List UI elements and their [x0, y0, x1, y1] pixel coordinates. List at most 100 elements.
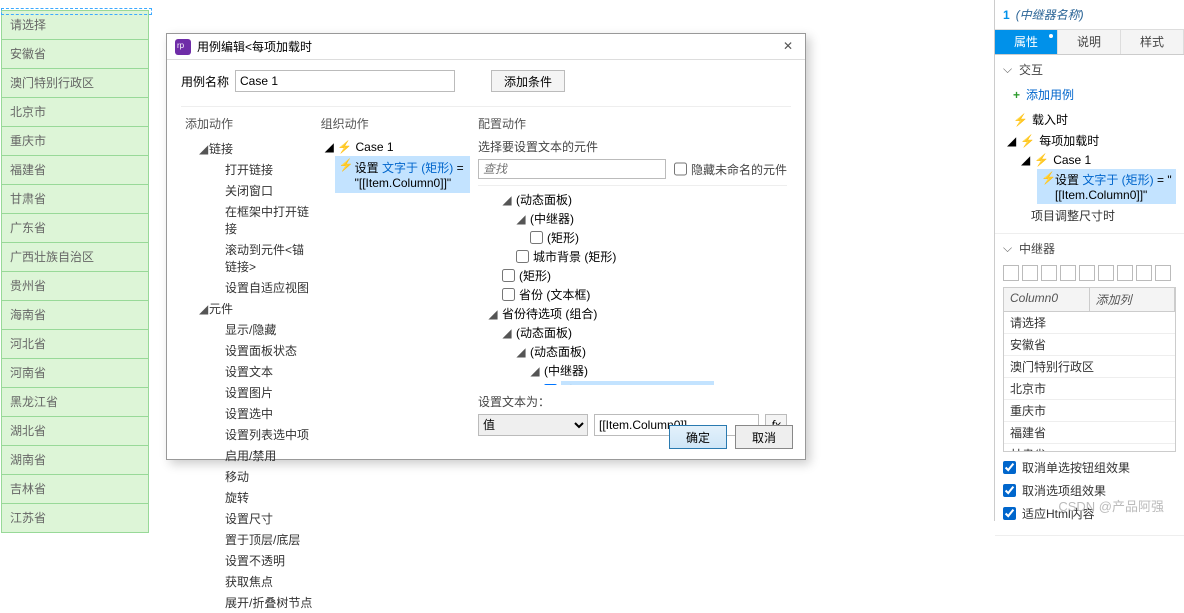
case-node[interactable]: ◢ ⚡ Case 1	[321, 138, 470, 156]
opt-isolate-select[interactable]: 取消选项组效果	[1003, 479, 1176, 502]
chevron-down-icon[interactable]: ⌵	[1003, 62, 1013, 77]
list-item[interactable]: 福建省	[2, 156, 149, 185]
toolbar-icon[interactable]	[1117, 265, 1133, 281]
tree-item[interactable]: 省份 (文本框)	[519, 286, 590, 303]
close-icon[interactable]: ✕	[779, 38, 797, 56]
widget-search-input[interactable]	[478, 159, 666, 179]
table-row[interactable]: 甘肃省	[1004, 444, 1175, 452]
tree-group-widgets[interactable]: ◢元件	[185, 298, 313, 319]
action-node[interactable]: ⚡ 设置 文字于 (矩形) = "[[Item.Column0]]"	[335, 156, 470, 193]
tree-item[interactable]: (矩形)	[547, 229, 579, 246]
list-item[interactable]: 请选择	[2, 11, 149, 40]
opt-isolate-radio[interactable]: 取消单选按钮组效果	[1003, 456, 1176, 479]
tree-item[interactable]: 设置尺寸	[199, 508, 313, 529]
table-row[interactable]: 安徽省	[1004, 334, 1175, 356]
tree-item[interactable]: 显示/隐藏	[199, 319, 313, 340]
tree-item[interactable]: 旋转	[199, 487, 313, 508]
tree-item[interactable]: (中继器)	[544, 362, 588, 379]
toolbar-icon[interactable]	[1098, 265, 1114, 281]
event-onload[interactable]: 载入时	[1032, 111, 1068, 128]
case-node[interactable]: Case 1	[1053, 153, 1091, 167]
list-item[interactable]: 河南省	[2, 359, 149, 388]
table-row[interactable]: 澳门特别行政区	[1004, 356, 1175, 378]
selected-target-row[interactable]: (矩形) to "[[Item.Column0]]"	[478, 380, 787, 385]
tree-item[interactable]: 关闭窗口	[199, 180, 313, 201]
add-condition-button[interactable]: 添加条件	[491, 70, 565, 92]
ok-button[interactable]: 确定	[669, 425, 727, 449]
tree-item[interactable]: (矩形)	[519, 267, 551, 284]
toolbar-icon[interactable]	[1155, 265, 1171, 281]
toolbar-icon[interactable]	[1079, 265, 1095, 281]
column-header[interactable]: Column0	[1004, 288, 1090, 311]
tree-item[interactable]: 在框架中打开链接	[199, 201, 313, 239]
table-row[interactable]: 重庆市	[1004, 400, 1175, 422]
dialog-titlebar[interactable]: 用例编辑<每项加载时 ✕	[167, 34, 805, 60]
action-node[interactable]: ⚡ 设置 文字于 (矩形) = "[[Item.Column0]]"	[1037, 169, 1176, 204]
cancel-button[interactable]: 取消	[735, 425, 793, 449]
table-row[interactable]: 北京市	[1004, 378, 1175, 400]
list-item[interactable]: 澳门特别行政区	[2, 69, 149, 98]
tree-item[interactable]: (动态面板)	[516, 191, 572, 208]
tree-checkbox[interactable]	[530, 231, 543, 244]
add-case-link[interactable]: +添加用例	[1003, 84, 1176, 109]
list-item[interactable]: 北京市	[2, 98, 149, 127]
tab-properties[interactable]: 属性	[995, 30, 1058, 54]
tree-checkbox[interactable]	[502, 269, 515, 282]
tree-item[interactable]: 设置自适应视图	[199, 277, 313, 298]
tree-item[interactable]: 滚动到元件<锚链接>	[199, 239, 313, 277]
tree-group-links[interactable]: ◢链接	[185, 138, 313, 159]
tree-checkbox[interactable]	[502, 288, 515, 301]
chevron-down-icon[interactable]: ◢	[1021, 153, 1030, 167]
tree-item[interactable]: 城市背景 (矩形)	[533, 248, 616, 265]
tree-item[interactable]: (中继器)	[530, 210, 574, 227]
tree-item[interactable]: 设置图片	[199, 382, 313, 403]
tree-item[interactable]: 设置文本	[199, 361, 313, 382]
tree-item[interactable]: (动态面板)	[530, 343, 586, 360]
tree-item[interactable]: (动态面板)	[516, 324, 572, 341]
tree-item[interactable]: 设置列表选中项	[199, 424, 313, 445]
table-row[interactable]: 福建省	[1004, 422, 1175, 444]
event-itemload[interactable]: 每项加载时	[1039, 132, 1099, 149]
tree-checkbox[interactable]	[544, 384, 557, 385]
tree-item[interactable]: 获取焦点	[199, 571, 313, 592]
tree-item[interactable]: 启用/禁用	[199, 445, 313, 466]
toolbar-icon[interactable]	[1060, 265, 1076, 281]
tree-item[interactable]: 打开链接	[199, 159, 313, 180]
list-item[interactable]: 湖南省	[2, 446, 149, 475]
list-item[interactable]: 重庆市	[2, 127, 149, 156]
list-item[interactable]: 湖北省	[2, 417, 149, 446]
tree-checkbox[interactable]	[516, 250, 529, 263]
list-item[interactable]: 广东省	[2, 214, 149, 243]
tree-item[interactable]: 省份待选项 (组合)	[502, 305, 597, 322]
chevron-down-icon[interactable]: ◢	[1007, 134, 1016, 148]
list-item[interactable]: 广西壮族自治区	[2, 243, 149, 272]
tree-item[interactable]: 设置选中	[199, 403, 313, 424]
tab-notes[interactable]: 说明	[1058, 30, 1121, 54]
opt-fit-html[interactable]: 适应Html内容	[1003, 502, 1176, 525]
table-row[interactable]: 请选择	[1004, 312, 1175, 334]
value-type-select[interactable]: 值	[478, 414, 588, 436]
toolbar-icon[interactable]	[1041, 265, 1057, 281]
toolbar-icon[interactable]	[1003, 265, 1019, 281]
tree-item[interactable]: 移动	[199, 466, 313, 487]
list-item[interactable]: 江苏省	[2, 504, 149, 533]
list-item[interactable]: 黑龙江省	[2, 388, 149, 417]
widget-name[interactable]: (中继器名称)	[1016, 6, 1084, 23]
hide-unnamed-checkbox[interactable]: 隐藏未命名的元件	[674, 159, 787, 179]
list-item[interactable]: 河北省	[2, 330, 149, 359]
data-table-body[interactable]: 请选择 安徽省 澳门特别行政区 北京市 重庆市 福建省 甘肃省 广东省 广西壮族…	[1003, 312, 1176, 452]
add-column-header[interactable]: 添加列	[1090, 288, 1176, 311]
case-name-input[interactable]	[235, 70, 455, 92]
list-item[interactable]: 安徽省	[2, 40, 149, 69]
event-itemresize[interactable]: 项目调整尺寸时	[1003, 204, 1176, 227]
tree-item[interactable]: 展开/折叠树节点	[199, 592, 313, 613]
tree-item[interactable]: 置于顶层/底层	[199, 529, 313, 550]
tab-style[interactable]: 样式	[1121, 30, 1184, 54]
tree-item[interactable]: 设置面板状态	[199, 340, 313, 361]
list-item[interactable]: 甘肃省	[2, 185, 149, 214]
tree-item[interactable]: 设置不透明	[199, 550, 313, 571]
province-repeater[interactable]: 请选择 安徽省 澳门特别行政区 北京市 重庆市 福建省 甘肃省 广东省 广西壮族…	[1, 10, 149, 533]
toolbar-icon[interactable]	[1136, 265, 1152, 281]
list-item[interactable]: 海南省	[2, 301, 149, 330]
list-item[interactable]: 贵州省	[2, 272, 149, 301]
